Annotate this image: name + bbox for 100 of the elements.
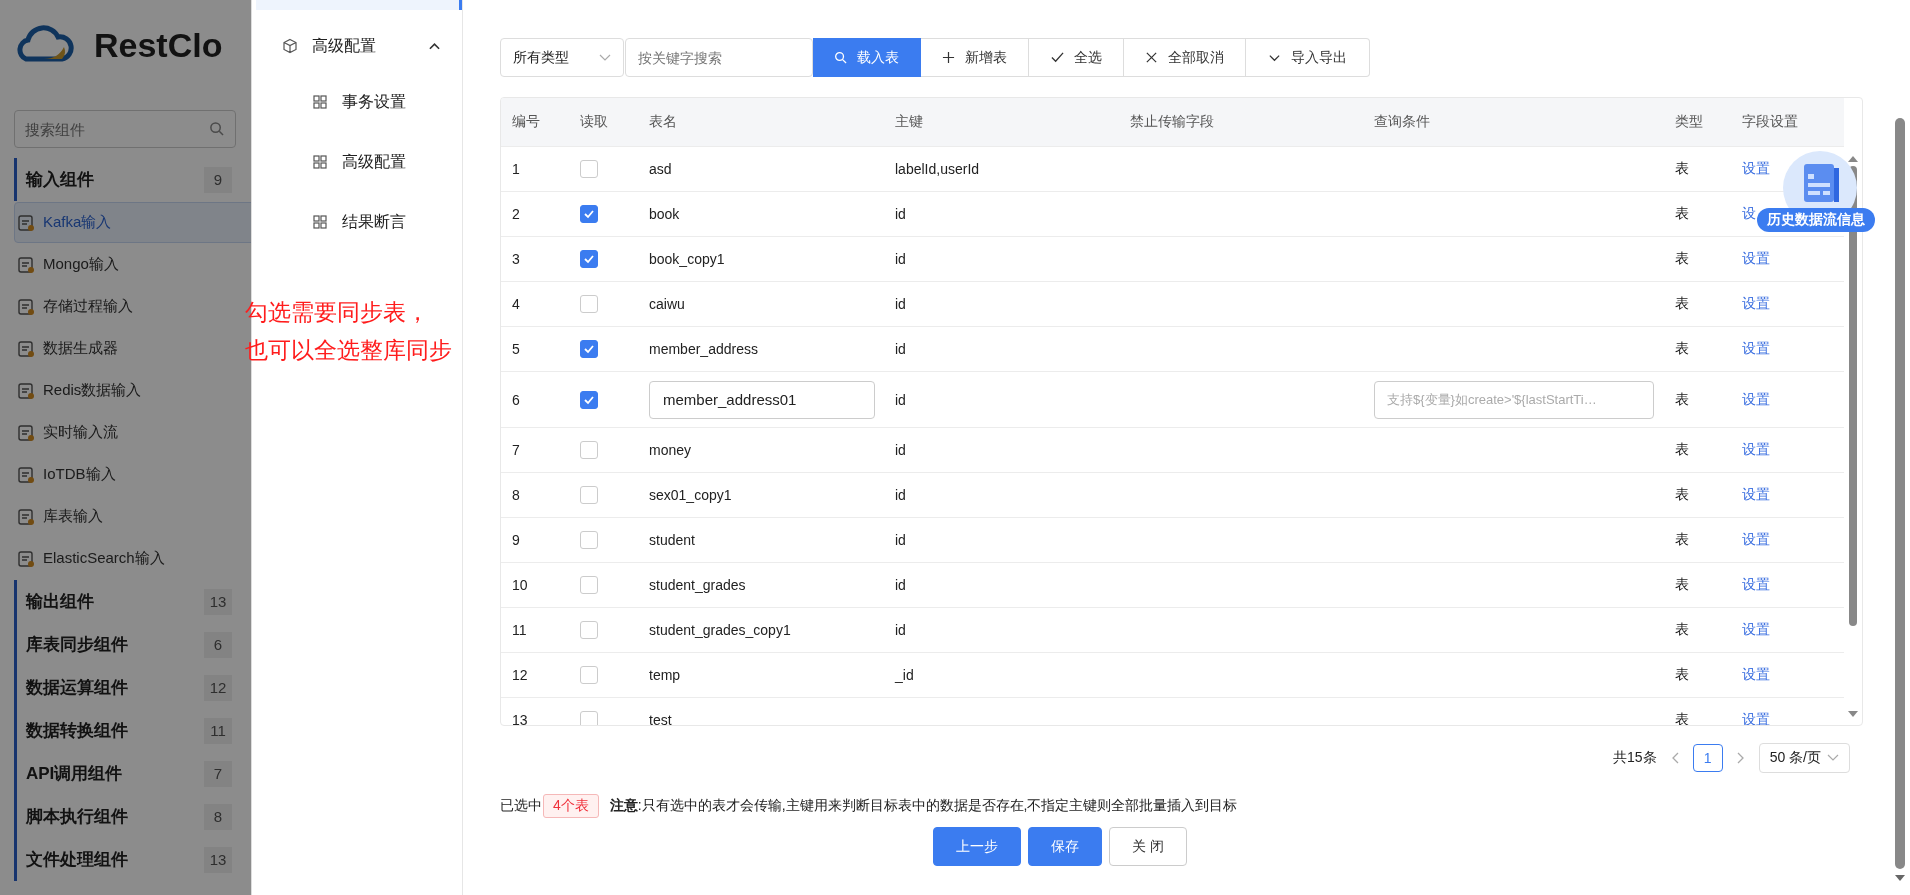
menu-group[interactable]: 高级配置 <box>252 20 462 72</box>
table-cell-text: 5 <box>511 341 521 357</box>
component-icon <box>17 423 35 442</box>
page-size-select[interactable]: 50 条/页 <box>1758 743 1850 773</box>
history-badge[interactable]: 历史数据流信息 <box>1757 208 1875 232</box>
component-item[interactable]: Redis数据输入 <box>14 370 251 411</box>
settings-link[interactable]: 设置 <box>1742 250 1770 268</box>
checkbox[interactable] <box>580 340 598 358</box>
table-cell: 表 <box>1675 666 1689 684</box>
table-cell: 表 <box>1675 390 1689 409</box>
component-item[interactable]: IoTDB输入 <box>14 454 251 495</box>
table-cell-text: 7 <box>511 442 521 458</box>
group-header[interactable]: API调用组件 7 <box>14 752 232 795</box>
checkbox[interactable] <box>580 486 598 504</box>
checkbox[interactable] <box>580 390 598 409</box>
checkbox[interactable] <box>580 250 598 268</box>
scroll-down-icon[interactable] <box>1895 875 1905 881</box>
component-item[interactable]: ElasticSearch输入 <box>14 538 251 579</box>
settings-link[interactable]: 设置 <box>1742 295 1770 313</box>
group-header[interactable]: 脚本执行组件 8 <box>14 795 232 838</box>
action-button[interactable]: 关 闭 <box>1109 827 1187 866</box>
check-icon <box>1050 51 1064 64</box>
table-cell: 表 <box>1675 711 1689 725</box>
menu-item[interactable]: 事务设置 <box>252 72 462 132</box>
table-cell: member_address <box>649 341 758 357</box>
type-select[interactable]: 所有类型 <box>500 38 624 77</box>
page-button[interactable]: 1 <box>1692 744 1723 772</box>
group-header[interactable]: 库表同步组件 6 <box>14 623 232 666</box>
toolbar-button[interactable]: 载入表 <box>813 38 921 77</box>
component-icon <box>17 213 35 232</box>
checkbox[interactable] <box>580 441 598 459</box>
settings-link[interactable]: 设置 <box>1742 621 1770 639</box>
component-icon <box>17 297 35 316</box>
count-badge: 12 <box>204 674 232 701</box>
clear-icon <box>1145 51 1158 64</box>
column-header: 查询条件 <box>1374 113 1431 131</box>
checkbox[interactable] <box>580 711 598 725</box>
component-icon <box>17 507 35 526</box>
toolbar-button[interactable]: 新增表 <box>921 38 1029 77</box>
settings-link[interactable]: 设置 <box>1742 486 1770 504</box>
toolbar-button[interactable]: 全选 <box>1029 38 1124 77</box>
component-item[interactable]: Kafka输入 <box>14 202 251 243</box>
annotation-text: 勾选需要同步表， 也可以全选整库同步 <box>245 298 452 365</box>
grid-icon <box>313 155 327 169</box>
component-item[interactable]: Mongo输入 <box>14 244 251 285</box>
settings-link[interactable]: 设置 <box>1742 441 1770 459</box>
search-field[interactable]: 搜索组件 <box>14 110 236 148</box>
component-item[interactable]: 实时输入流 <box>14 412 251 453</box>
settings-link[interactable]: 设置 <box>1742 531 1770 549</box>
next-page-icon[interactable] <box>1736 752 1745 764</box>
checkbox[interactable] <box>580 295 598 313</box>
checkbox[interactable] <box>580 160 598 178</box>
prev-page-icon[interactable] <box>1670 752 1679 764</box>
settings-link[interactable]: 设置 <box>1742 711 1770 725</box>
table-cell: test <box>649 712 672 725</box>
table-name-field[interactable]: member_address01 <box>649 380 875 419</box>
count-badge: 6 <box>204 631 232 658</box>
menu-item[interactable]: 高级配置 <box>252 132 462 192</box>
group-header[interactable]: 数据运算组件 12 <box>14 666 232 709</box>
settings-link[interactable]: 设置 <box>1742 666 1770 684</box>
toolbar-button[interactable]: 全部取消 <box>1124 38 1246 77</box>
toolbar-button[interactable]: 导入导出 <box>1246 38 1370 77</box>
checkbox[interactable] <box>580 576 598 594</box>
column-header: 读取 <box>580 113 609 131</box>
checkbox[interactable] <box>580 666 598 684</box>
checkbox[interactable] <box>580 205 598 223</box>
settings-link[interactable]: 设置 <box>1742 160 1770 178</box>
settings-link[interactable]: 设置 <box>1742 340 1770 358</box>
menu-item[interactable]: 结果断言 <box>252 192 462 252</box>
group-header[interactable]: 文件处理组件 13 <box>14 838 232 881</box>
column-header: 类型 <box>1675 113 1704 131</box>
action-button[interactable]: 上一步 <box>933 827 1021 866</box>
table-cell-text: 13 <box>511 712 529 725</box>
checkbox[interactable] <box>580 531 598 549</box>
chevron-down-icon <box>599 53 611 62</box>
search-field[interactable]: 按关键字搜索 <box>625 38 813 77</box>
settings-link[interactable]: 设 <box>1742 205 1756 223</box>
group-header[interactable]: 输出组件 13 <box>14 580 232 623</box>
scroll-up-icon[interactable] <box>1848 156 1858 162</box>
table-cell: 表 <box>1675 340 1689 358</box>
component-item[interactable]: 库表输入 <box>14 496 251 537</box>
checkmark-icon <box>583 253 595 265</box>
checkbox[interactable] <box>580 621 598 639</box>
table-cell-text: 11 <box>511 622 528 638</box>
component-icon <box>17 255 35 274</box>
table-cell: 表 <box>1675 486 1689 504</box>
table-cell: id <box>895 391 906 408</box>
column-header: 字段设置 <box>1742 113 1799 131</box>
table-cell: id <box>895 577 906 593</box>
action-button[interactable]: 保存 <box>1028 827 1102 866</box>
table-cell: 表 <box>1675 205 1689 223</box>
table-cell: caiwu <box>649 296 685 312</box>
settings-link[interactable]: 设置 <box>1742 390 1770 409</box>
cube-icon <box>282 38 298 54</box>
group-header[interactable]: 数据转换组件 11 <box>14 709 232 752</box>
table-cell: 表 <box>1675 295 1689 313</box>
selected-count-tag: 4个表 <box>543 794 599 818</box>
column-header: 表名 <box>649 113 678 131</box>
settings-link[interactable]: 设置 <box>1742 576 1770 594</box>
scroll-down-icon[interactable] <box>1848 711 1858 717</box>
